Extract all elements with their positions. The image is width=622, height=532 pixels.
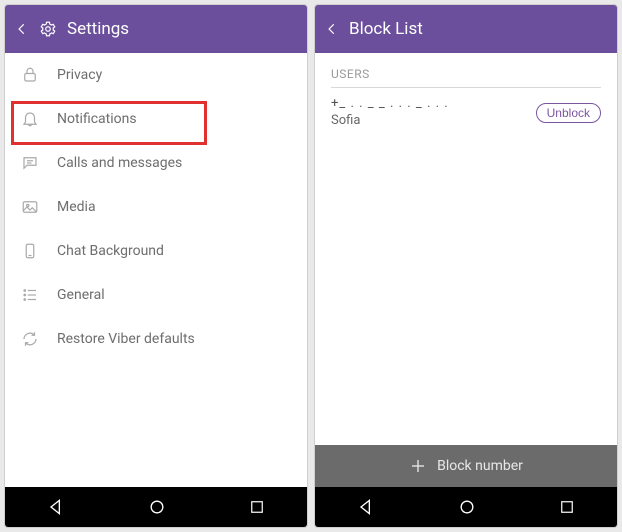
list-icon [21, 286, 39, 304]
back-icon[interactable] [15, 22, 29, 36]
nav-home-icon[interactable] [147, 497, 167, 517]
blocklist-screen: Block List USERS +_ . . _ _ . . . _ . . … [314, 4, 618, 528]
user-number: +_ . . _ _ . . . _ . . . [331, 96, 528, 113]
nav-recent-icon[interactable] [558, 498, 576, 516]
settings-screen: Settings Privacy Notifications Calls and… [4, 4, 308, 528]
unblock-button[interactable]: Unblock [536, 103, 601, 123]
user-name: Sofia [331, 113, 528, 130]
nav-recent-icon[interactable] [248, 498, 266, 516]
user-text: +_ . . _ _ . . . _ . . . Sofia [331, 96, 528, 130]
menu-label: Calls and messages [57, 155, 182, 171]
back-icon[interactable] [325, 22, 339, 36]
highlight-privacy [11, 101, 207, 145]
menu-privacy[interactable]: Privacy [5, 53, 307, 97]
blocked-user-row[interactable]: +_ . . _ _ . . . _ . . . Sofia Unblock [315, 88, 617, 138]
nav-home-icon[interactable] [457, 497, 477, 517]
menu-label: Restore Viber defaults [57, 331, 195, 347]
menu-general[interactable]: General [5, 273, 307, 317]
nav-back-icon[interactable] [356, 497, 376, 517]
menu-media[interactable]: Media [5, 185, 307, 229]
refresh-icon [21, 330, 39, 348]
image-icon [21, 198, 39, 216]
menu-label: General [57, 287, 105, 303]
block-number-button[interactable]: Block number [315, 445, 617, 487]
menu-chat-background[interactable]: Chat Background [5, 229, 307, 273]
menu-label: Media [57, 199, 96, 215]
phone-square-icon [21, 242, 39, 260]
lock-icon [21, 66, 39, 84]
gear-icon [39, 20, 57, 38]
menu-label: Chat Background [57, 243, 164, 259]
menu-calls-messages[interactable]: Calls and messages [5, 141, 307, 185]
blocklist-topbar: Block List [315, 5, 617, 53]
blocklist-content: USERS +_ . . _ _ . . . _ . . . Sofia Unb… [315, 53, 617, 445]
settings-content: Privacy Notifications Calls and messages… [5, 53, 307, 487]
android-navbar [5, 487, 307, 527]
users-section-header: USERS [315, 53, 617, 87]
android-navbar [315, 487, 617, 527]
menu-restore-defaults[interactable]: Restore Viber defaults [5, 317, 307, 361]
settings-topbar: Settings [5, 5, 307, 53]
plus-icon [409, 457, 427, 475]
settings-title: Settings [67, 19, 129, 39]
block-number-label: Block number [437, 458, 523, 474]
blocklist-title: Block List [349, 19, 423, 39]
chat-icon [21, 154, 39, 172]
menu-label: Privacy [57, 67, 102, 83]
nav-back-icon[interactable] [46, 497, 66, 517]
